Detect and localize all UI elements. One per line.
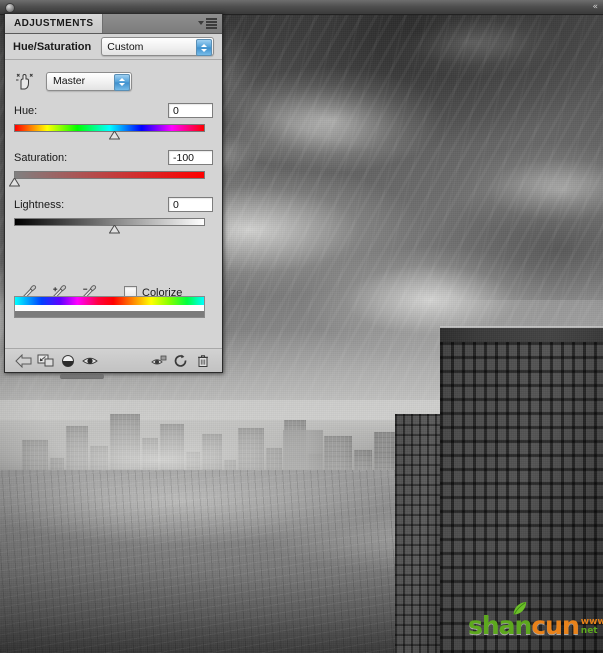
clip-to-layer-icon (37, 354, 54, 366)
channel-dropdown[interactable]: Master (46, 71, 132, 91)
adjustments-panel: ADJUSTMENTS Hue/Saturation Custom Master… (4, 13, 223, 373)
watermark-suffix: www net (581, 618, 603, 638)
slider-hue-value[interactable]: 0 (168, 103, 213, 118)
watermark-text-orange: cun (531, 611, 579, 640)
spectrum-bars (14, 296, 205, 318)
tab-adjustments[interactable]: ADJUSTMENTS (5, 14, 104, 33)
chevrons-left-icon[interactable]: « (592, 2, 598, 12)
panel-body: Master Hue: 0 Saturation: -100 Lightness… (5, 60, 222, 328)
slider-lightness: Lightness: 0 (14, 196, 213, 234)
slider-saturation-track[interactable] (14, 171, 205, 179)
slider-lightness-value[interactable]: 0 (168, 197, 213, 212)
slider-lightness-thumb[interactable] (108, 225, 120, 234)
updown-stepper-icon[interactable] (114, 73, 130, 91)
slider-hue-thumb[interactable] (108, 131, 120, 140)
delete-adjustment-layer-button[interactable] (192, 352, 214, 370)
slider-saturation-value[interactable]: -100 (168, 150, 213, 165)
on-image-adjust-hand-icon[interactable] (14, 71, 36, 91)
watermark-suffix-line2: net (580, 626, 598, 636)
clip-to-layer-button[interactable] (35, 352, 57, 370)
chevron-down-icon (198, 21, 204, 26)
panel-resize-handle[interactable] (60, 374, 104, 379)
channel-dropdown-value: Master (53, 75, 86, 87)
slider-saturation-thumb[interactable] (9, 178, 20, 187)
slider-hue: Hue: 0 (14, 102, 213, 140)
watermark-wordmark: shancun (468, 601, 580, 640)
result-range-bar[interactable] (14, 311, 205, 318)
photoshop-app-window: shancun www net « ADJUSTMENTS Hue/Satura… (0, 0, 603, 653)
updown-stepper-icon[interactable] (196, 39, 212, 56)
page-title: Hue/Saturation (13, 40, 92, 53)
panel-tab-bar: ADJUSTMENTS (5, 14, 222, 34)
slider-saturation: Saturation: -100 (9, 149, 213, 187)
half-circle-icon (62, 354, 74, 367)
left-arrow-icon (15, 353, 32, 368)
hamburger-icon (206, 18, 217, 29)
slider-saturation-label: Saturation: (14, 151, 68, 164)
trash-icon (198, 354, 208, 367)
slider-hue-label: Hue: (14, 104, 38, 117)
return-to-adjustment-list-button[interactable] (13, 352, 35, 370)
secondary-skyscraper (395, 414, 443, 653)
eye-previous-icon (151, 355, 167, 364)
slider-lightness-label: Lightness: (14, 198, 65, 211)
preset-dropdown[interactable]: Custom (101, 37, 214, 56)
panel-menu-icon[interactable] (198, 18, 217, 29)
panel-footer (5, 348, 222, 372)
reset-adjustment-button[interactable] (170, 352, 192, 370)
toggle-layer-visibility-button[interactable] (79, 352, 101, 370)
hue-spectrum-bar[interactable] (14, 296, 205, 305)
preset-dropdown-value: Custom (107, 40, 144, 53)
toggle-layer-mask-button[interactable] (57, 352, 79, 370)
panel-header: Hue/Saturation Custom (5, 34, 222, 60)
reset-circle-icon (174, 354, 187, 367)
leaf-icon (513, 601, 527, 615)
watermark: shancun www net (468, 601, 603, 640)
eye-icon (82, 357, 98, 364)
window-control-dot[interactable] (5, 3, 15, 13)
view-previous-state-button[interactable] (148, 352, 170, 370)
channel-row: Master (14, 68, 213, 94)
